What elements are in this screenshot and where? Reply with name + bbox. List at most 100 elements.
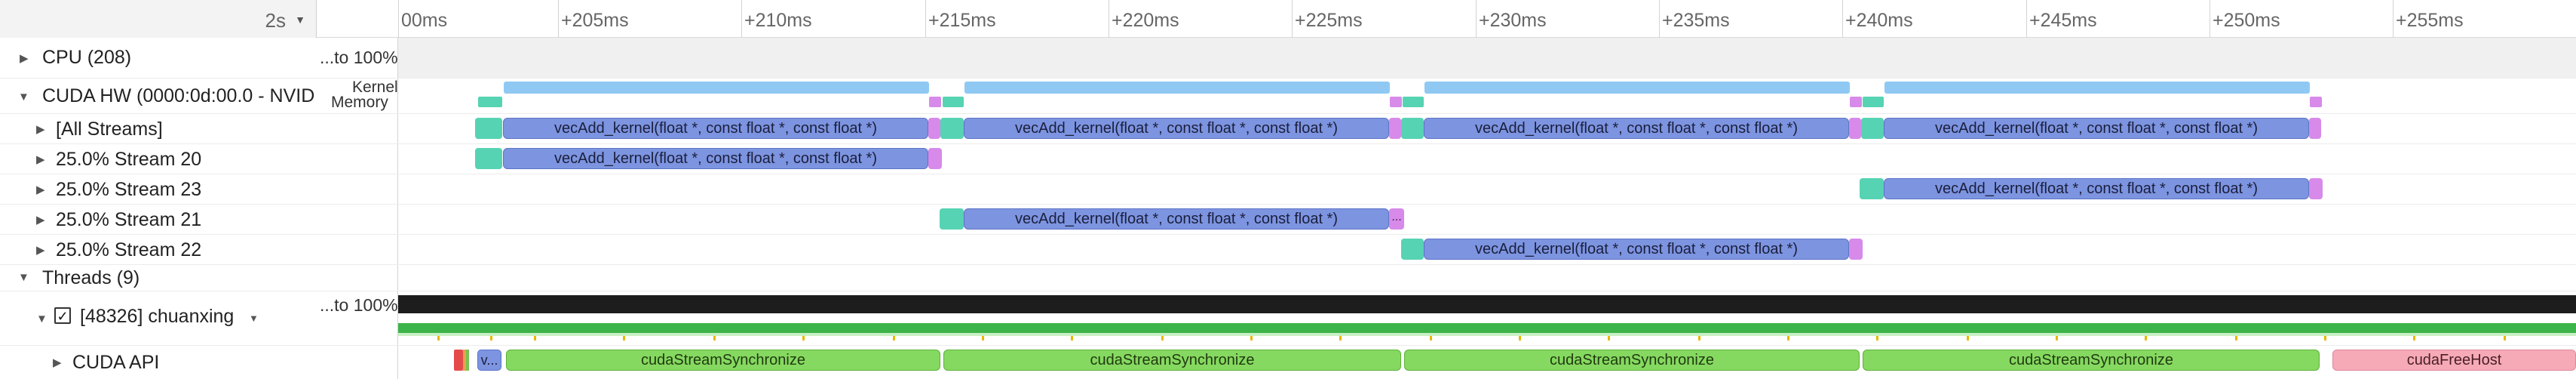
thread-usage-bar[interactable] <box>398 295 2576 313</box>
expand-triangle-icon[interactable]: ▶ <box>53 356 62 369</box>
tick-line <box>1842 0 1843 38</box>
memcpy-htod[interactable] <box>475 148 502 169</box>
memcpy-coverage-bar[interactable] <box>1390 97 1402 107</box>
row-stream-23[interactable]: ▶ 25.0% Stream 23 <box>0 174 317 204</box>
memcpy-htod[interactable] <box>475 118 502 139</box>
tick-line <box>1292 0 1293 38</box>
api-call-sync[interactable]: cudaStreamSynchronize <box>506 350 940 371</box>
memcpy-dtoh[interactable]: ... <box>1389 208 1404 230</box>
memcpy-htod[interactable] <box>940 208 964 230</box>
expand-triangle-icon[interactable]: ▶ <box>36 153 45 166</box>
row-divider <box>0 264 2576 265</box>
row-stream-22[interactable]: ▶ 25.0% Stream 22 <box>0 234 317 264</box>
row-legend-memory: Memory <box>331 94 388 111</box>
memcpy-dtoh[interactable] <box>1849 118 1861 139</box>
memcpy-dtoh[interactable] <box>2309 178 2323 199</box>
memcpy-coverage-bar[interactable] <box>2310 97 2322 107</box>
collapse-triangle-icon[interactable]: ▼ <box>18 271 29 284</box>
event-tick <box>623 336 625 340</box>
collapse-triangle-icon[interactable]: ▼ <box>36 313 48 325</box>
tick-label: +205ms <box>561 10 629 31</box>
thread-state-bar[interactable] <box>398 323 2576 333</box>
tick-label: +225ms <box>1295 10 1363 31</box>
row-stream-20[interactable]: ▶ 25.0% Stream 20 <box>0 143 317 174</box>
kernel-coverage-bar[interactable] <box>1884 82 2310 94</box>
expand-triangle-icon[interactable]: ▶ <box>36 213 45 226</box>
tick-line <box>741 0 742 38</box>
memcpy-coverage-bar[interactable] <box>1403 97 1424 107</box>
api-call-sync[interactable]: cudaStreamSynchronize <box>1404 350 1860 371</box>
tick-line <box>925 0 926 38</box>
api-call-sync[interactable]: cudaStreamSynchronize <box>943 350 1401 371</box>
memcpy-coverage-bar[interactable] <box>929 97 941 107</box>
tick-line <box>398 0 399 38</box>
memcpy-coverage-bar[interactable] <box>1850 97 1862 107</box>
row-threads[interactable]: ▼ Threads (9) <box>0 264 317 291</box>
kernel-bar[interactable]: vecAdd_kernel(float *, const float *, co… <box>964 118 1389 139</box>
memcpy-dtoh[interactable] <box>1389 118 1401 139</box>
kernel-bar[interactable]: vecAdd_kernel(float *, const float *, co… <box>1884 178 2309 199</box>
event-tick <box>1339 336 1342 340</box>
row-process[interactable]: ▼ ✓ [48326] chuanxing ▼ <box>0 291 317 345</box>
memcpy-htod[interactable] <box>1860 178 1884 199</box>
chevron-down-icon[interactable]: ▼ <box>249 313 259 324</box>
tick-line <box>1659 0 1660 38</box>
memcpy-coverage-bar[interactable] <box>478 97 502 107</box>
api-call-marker[interactable] <box>454 350 463 371</box>
checkbox-check-icon[interactable]: ✓ <box>54 307 71 324</box>
tick-label: +215ms <box>928 10 996 31</box>
row-stream-21[interactable]: ▶ 25.0% Stream 21 <box>0 204 317 234</box>
row-cuda-api[interactable]: ▶ CUDA API <box>0 345 317 379</box>
kernel-coverage-bar[interactable] <box>1424 82 1850 94</box>
event-tick <box>1250 336 1253 340</box>
expand-triangle-icon[interactable]: ▶ <box>36 122 45 136</box>
row-cuda-hw[interactable]: ▼ CUDA HW (0000:0d:00.0 - NVIDI <box>0 78 317 113</box>
memcpy-dtoh[interactable] <box>2309 118 2321 139</box>
event-tick <box>534 336 536 340</box>
api-call-free[interactable]: cudaFreeHost <box>2332 350 2576 371</box>
memcpy-dtoh[interactable] <box>928 118 940 139</box>
event-tick <box>490 336 492 340</box>
collapse-triangle-icon[interactable]: ▼ <box>18 91 29 103</box>
event-tick <box>2504 336 2506 340</box>
memcpy-coverage-bar[interactable] <box>943 97 964 107</box>
memcpy-htod[interactable] <box>1861 118 1884 139</box>
kernel-bar[interactable]: vecAdd_kernel(float *, const float *, co… <box>503 148 928 169</box>
api-call-sync[interactable]: cudaStreamSynchronize <box>1863 350 2320 371</box>
kernel-bar[interactable]: vecAdd_kernel(float *, const float *, co… <box>1424 239 1849 260</box>
kernel-bar[interactable]: vecAdd_kernel(float *, const float *, co… <box>964 208 1389 230</box>
event-tick <box>2324 336 2326 340</box>
event-tick <box>1161 336 1164 340</box>
event-tick <box>893 336 895 340</box>
memcpy-dtoh[interactable] <box>1849 239 1863 260</box>
expand-triangle-icon[interactable]: ▶ <box>20 51 29 65</box>
expand-triangle-icon[interactable]: ▶ <box>36 183 45 196</box>
tick-label: +255ms <box>2396 10 2464 31</box>
event-tick <box>2413 336 2415 340</box>
timeline-ruler[interactable] <box>0 0 2576 38</box>
row-cpu[interactable]: ▶ CPU (208) <box>0 38 317 78</box>
chevron-down-icon: ▼ <box>295 14 305 26</box>
api-call-marker[interactable] <box>466 350 469 371</box>
memcpy-htod[interactable] <box>940 118 964 139</box>
zoom-select[interactable]: 2s ▼ <box>0 0 317 38</box>
kernel-bar[interactable]: vecAdd_kernel(float *, const float *, co… <box>1884 118 2309 139</box>
event-tick <box>1430 336 1432 340</box>
api-call-short[interactable]: v... <box>477 350 501 371</box>
memcpy-coverage-bar[interactable] <box>1863 97 1884 107</box>
event-tick <box>982 336 984 340</box>
kernel-coverage-bar[interactable] <box>504 82 929 94</box>
kernel-bar[interactable]: vecAdd_kernel(float *, const float *, co… <box>1424 118 1849 139</box>
tick-label: +230ms <box>1479 10 1547 31</box>
tick-line <box>2026 0 2027 38</box>
row-scale: ...to 100% <box>320 48 398 67</box>
row-all-streams[interactable]: ▶ [All Streams] <box>0 113 317 143</box>
expand-triangle-icon[interactable]: ▶ <box>36 243 45 257</box>
kernel-coverage-bar[interactable] <box>964 82 1390 94</box>
memcpy-htod[interactable] <box>1401 118 1424 139</box>
kernel-bar[interactable]: vecAdd_kernel(float *, const float *, co… <box>503 118 928 139</box>
tick-line <box>558 0 559 38</box>
tick-label: +240ms <box>1845 10 1913 31</box>
memcpy-htod[interactable] <box>1401 239 1424 260</box>
memcpy-dtoh[interactable] <box>928 148 942 169</box>
